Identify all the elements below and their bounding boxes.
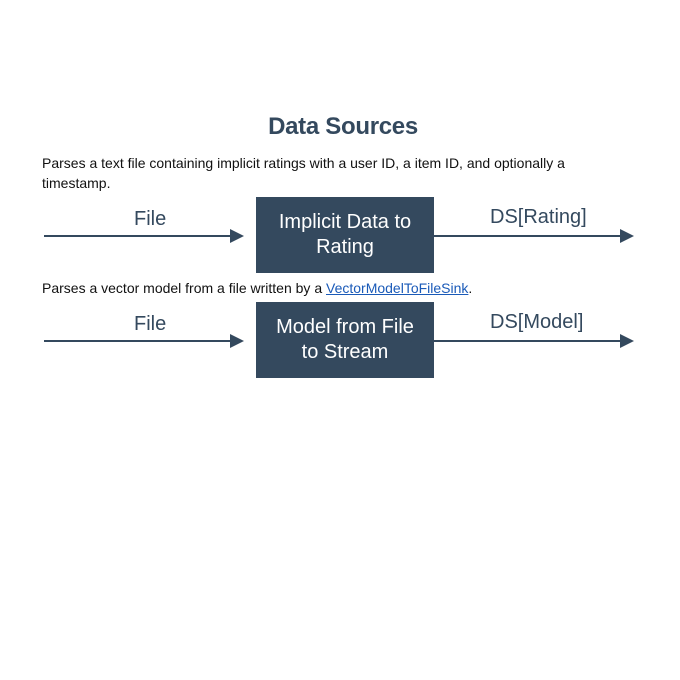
operator-box: Model from File to Stream — [256, 302, 434, 378]
data-flow-model-from-file: File Model from File to Stream DS[Model] — [0, 301, 680, 379]
source-description: Parses a vector model from a file writte… — [42, 278, 602, 298]
data-flow-implicit-rating: File Implicit Data to Rating DS[Rating] — [0, 196, 680, 274]
output-arrow — [434, 334, 634, 348]
output-label: DS[Rating] — [490, 206, 587, 228]
output-label: DS[Model] — [490, 311, 584, 333]
description-suffix: . — [468, 280, 473, 296]
description-text: Parses a vector model from a file writte… — [42, 280, 326, 296]
output-arrow — [434, 229, 634, 243]
source-description: Parses a text file containing implicit r… — [42, 155, 565, 191]
operator-box: Implicit Data to Rating — [256, 197, 434, 273]
input-arrow — [44, 229, 244, 243]
input-label: File — [134, 208, 167, 230]
vector-model-sink-link[interactable]: VectorModelToFileSink — [326, 280, 468, 296]
page-title: Data Sources — [268, 113, 418, 140]
input-arrow — [44, 334, 244, 348]
input-label: File — [134, 313, 167, 335]
